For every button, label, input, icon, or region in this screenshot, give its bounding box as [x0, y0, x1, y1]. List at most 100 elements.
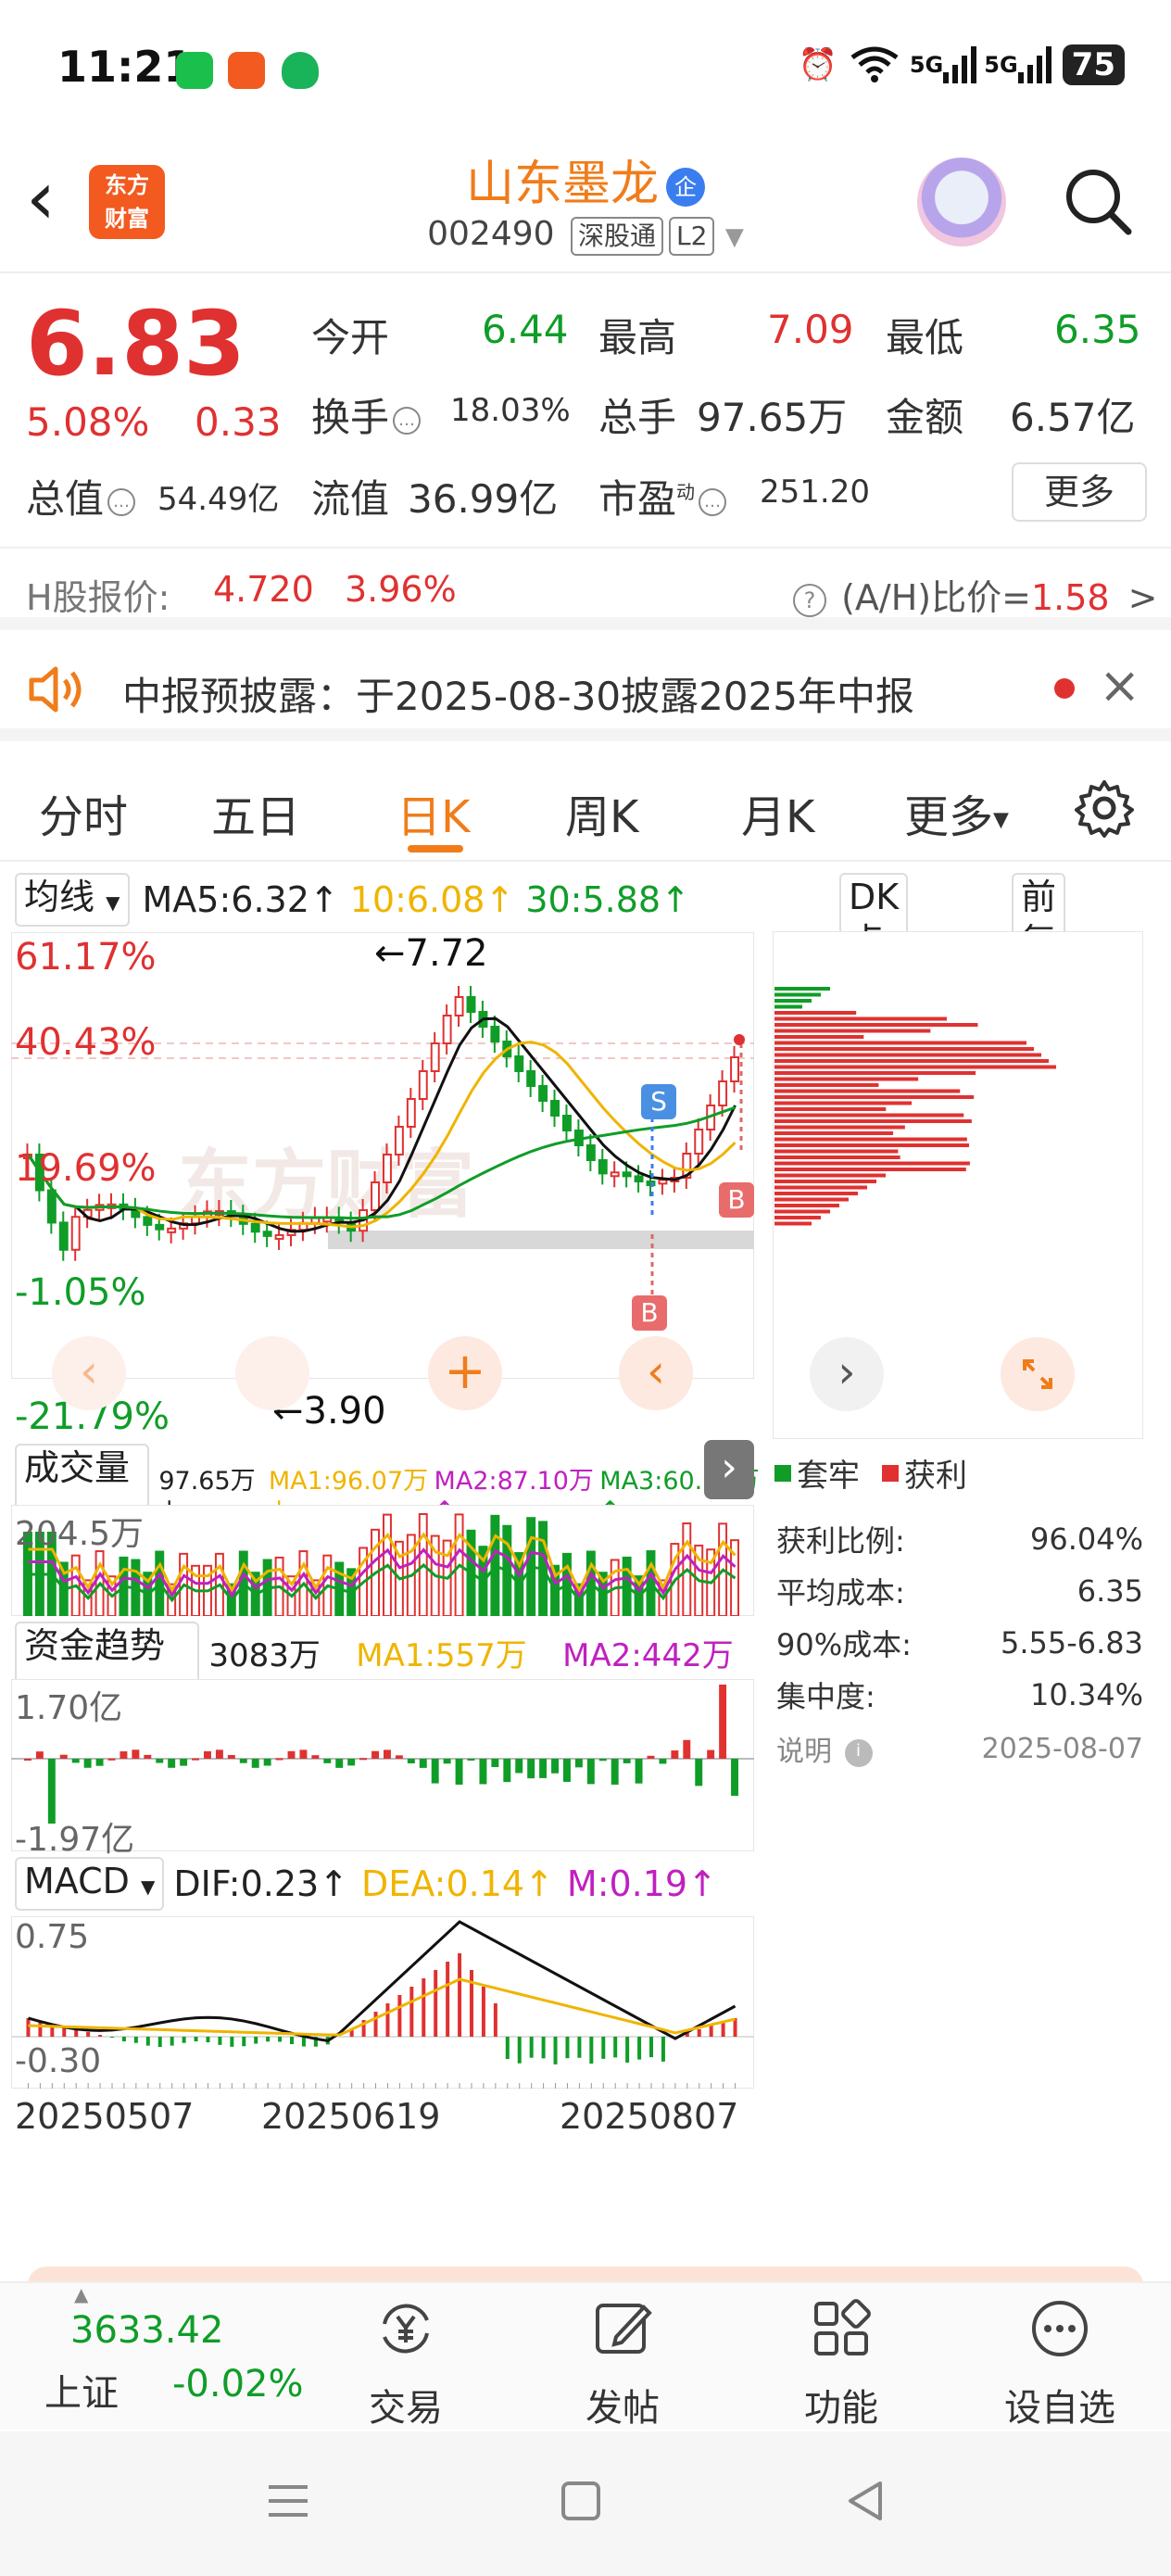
settings-gear-icon[interactable]	[1075, 778, 1134, 838]
notice-bar[interactable]: 中报预披露：于2025-08-30披露2025年中报 ×	[0, 639, 1171, 741]
market-cap-label: 总值…	[26, 468, 139, 524]
candle-body	[155, 1223, 165, 1231]
h-share-row[interactable]: H股报价: 4.720 3.96% ? (A/H)比价=1.58 >	[0, 547, 1171, 630]
caret-down-icon: ▼	[724, 223, 744, 251]
zoom-out-button[interactable]	[235, 1336, 309, 1410]
assistant-robot-icon[interactable]	[917, 158, 1006, 246]
candle-body	[167, 1227, 177, 1233]
menu-icon[interactable]	[265, 2478, 311, 2524]
connect-tag: 深股通	[571, 217, 664, 256]
fund-flow-select-label: 资金趋势	[24, 1625, 166, 1666]
tab-five-day[interactable]: 五日	[211, 780, 300, 845]
fund-flow-bar	[347, 1759, 356, 1766]
scroll-left-button[interactable]: ‹	[619, 1336, 693, 1410]
app-notification-icon	[228, 52, 265, 89]
nav-trade[interactable]: 交易	[313, 2292, 498, 2431]
buy-signal-marker-latest[interactable]: B	[719, 1182, 754, 1218]
back-triangle-icon[interactable]	[843, 2478, 889, 2524]
ah-ratio-value: 1.58	[1030, 577, 1110, 618]
fund-flow-bar	[120, 1751, 128, 1759]
candle-body	[586, 1144, 596, 1161]
candle-body	[658, 1179, 668, 1185]
low-label: 最低	[886, 315, 964, 360]
chip-legend: 套牢 获利	[774, 1450, 967, 1496]
fund-flow-bar	[611, 1759, 619, 1785]
tab-weekly-k[interactable]: 周K	[565, 780, 638, 845]
amount-value: 6.57亿	[1010, 395, 1136, 440]
fund-flow-bar	[227, 1755, 235, 1759]
tab-monthly-k[interactable]: 月K	[741, 780, 814, 845]
chip-bar	[774, 1131, 894, 1135]
fund-flow-bar	[563, 1759, 571, 1782]
info-icon[interactable]: …	[107, 487, 136, 516]
fund-flow-bar	[132, 1749, 140, 1759]
fund-flow-bar	[384, 1749, 391, 1759]
nav-functions-label: 功能	[804, 2387, 878, 2430]
ma5-value: MA5:6.32↑	[142, 879, 339, 920]
chip-bar	[774, 1192, 858, 1195]
chip-distribution-panel[interactable]: › 套牢 获利 获利比例: 96.04% 平均成本: 6.35 90%成本: 5.55…	[769, 931, 1149, 1951]
fund-flow-bar	[83, 1759, 92, 1768]
market-cap-label-text: 总值	[26, 476, 105, 522]
info-icon[interactable]: …	[699, 487, 727, 516]
candle-body	[466, 996, 476, 1013]
chip-stat-label: 集中度:	[776, 1679, 875, 1714]
search-icon[interactable]	[1060, 163, 1134, 237]
ah-ratio: ? (A/H)比价=1.58 >	[789, 569, 1158, 620]
candle-body	[622, 1171, 632, 1178]
sell-signal-marker[interactable]: S	[641, 1084, 676, 1119]
yen-cycle-icon	[383, 2304, 429, 2354]
chip-expand-button[interactable]	[1001, 1337, 1075, 1411]
chip-stat-row: 获利比例: 96.04%	[776, 1513, 1143, 1565]
chip-note-row[interactable]: 说明 i 2025-08-07	[776, 1721, 1143, 1776]
macd-bottom-label: -0.30	[15, 2042, 102, 2080]
nav-post[interactable]: 发帖	[530, 2292, 715, 2431]
wechat-icon	[176, 52, 213, 89]
market-cap-value: 54.49亿	[157, 481, 280, 518]
more-button[interactable]: 更多	[1012, 462, 1147, 522]
tab-intraday[interactable]: 分时	[39, 780, 128, 845]
expand-panel-button[interactable]: ›	[704, 1440, 754, 1499]
home-icon[interactable]	[558, 2478, 604, 2524]
y-axis-3: 19.69%	[15, 1147, 157, 1190]
nav-watchlist[interactable]: 设自选	[967, 2292, 1152, 2431]
ma-select[interactable]: 均线 ▼	[15, 873, 130, 927]
fund-flow-bar	[707, 1749, 715, 1759]
turnover-label-text: 换手	[311, 395, 390, 440]
fund-flow-bar	[527, 1759, 535, 1779]
y-axis-4: -1.05%	[15, 1271, 146, 1314]
candle-body	[514, 1055, 524, 1072]
fund-flow-bar	[144, 1754, 152, 1759]
chip-bar	[774, 1071, 976, 1075]
open-value: 6.44	[482, 307, 569, 352]
chip-bar	[774, 1029, 931, 1033]
chip-bar	[774, 1221, 812, 1226]
tab-more[interactable]: 更多▼	[904, 780, 1009, 845]
nav-functions[interactable]: 功能	[749, 2292, 934, 2431]
info-icon[interactable]: i	[844, 1738, 873, 1767]
buy-signal-marker[interactable]: B	[632, 1295, 667, 1331]
amount-label: 金额	[886, 395, 964, 440]
candle-body	[46, 1189, 57, 1224]
help-icon[interactable]: ?	[793, 583, 826, 617]
chip-next-button[interactable]: ›	[810, 1337, 884, 1411]
scroll-left-far-button[interactable]: ‹	[52, 1336, 126, 1410]
grid-icon	[814, 2299, 871, 2355]
info-icon[interactable]: …	[393, 406, 422, 435]
candle-body	[454, 996, 464, 1017]
stock-header: ‹ 东方 财富 山东墨龙企 002490 深股通 L2 ▼	[0, 139, 1171, 273]
tab-daily-k[interactable]: 日K	[397, 780, 470, 845]
candle-body	[694, 1129, 704, 1155]
macd-select[interactable]: MACD ▼	[15, 1857, 165, 1911]
fund-flow-bar	[683, 1739, 691, 1759]
zoom-in-button[interactable]: +	[428, 1336, 502, 1410]
chip-bar	[774, 1059, 1049, 1063]
kline-chart-area[interactable]: 均线 ▼ MA5:6.32↑ 10:6.08↑ 30:5.88↑ DK点 前复权…	[0, 864, 1066, 2244]
index-value[interactable]: 3633.42	[70, 2309, 223, 2352]
chip-bar	[774, 1204, 839, 1207]
h-share-label: H股报价:	[26, 577, 170, 618]
tab-more-label: 更多	[904, 791, 994, 843]
index-name: 上证	[44, 2372, 119, 2415]
index-change: -0.02%	[172, 2363, 304, 2406]
close-icon[interactable]: ×	[1099, 656, 1140, 714]
